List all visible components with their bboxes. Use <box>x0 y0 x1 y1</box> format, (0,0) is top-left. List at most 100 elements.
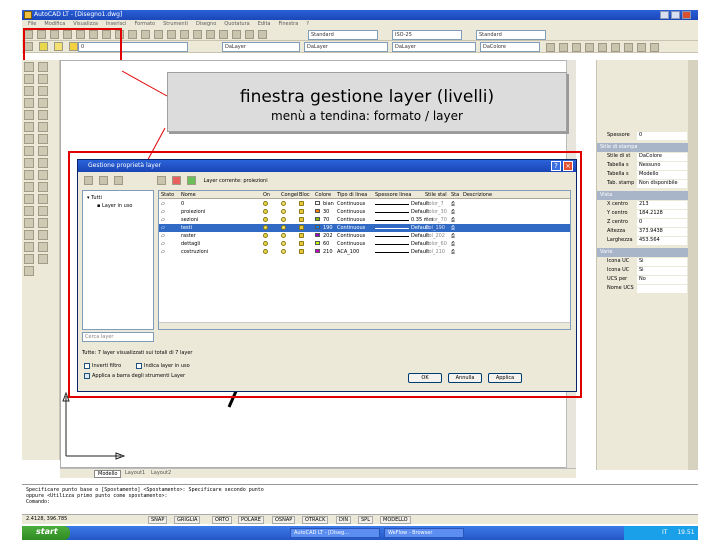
dialog-close-button[interactable]: × <box>563 161 573 171</box>
apply-button[interactable]: Applica <box>488 373 522 383</box>
start-button[interactable]: start <box>22 526 70 540</box>
task-autocad[interactable]: AutoCAD LT - [Diseg... <box>290 528 380 538</box>
layer-row[interactable]: ▱ dettagli 60 Continuous Default Color_60 ⎙ <box>159 240 570 248</box>
status-toggle-orto[interactable]: ORTO <box>212 516 233 524</box>
layer-row[interactable]: ▱ sezioni 70 Continuous 0.35 mm Color_70 ⎙ <box>159 216 570 224</box>
sun-icon[interactable] <box>281 201 286 206</box>
layer-linetype[interactable]: Continuous <box>337 241 365 247</box>
printer-icon[interactable]: ⎙ <box>451 209 455 215</box>
layer-linetype[interactable]: Continuous <box>337 217 365 223</box>
lock-icon[interactable] <box>299 217 304 222</box>
color-swatch[interactable] <box>315 209 320 213</box>
printer-icon[interactable]: ⎙ <box>451 217 455 223</box>
column-header[interactable]: Bloc <box>299 192 310 198</box>
lightbulb-icon[interactable] <box>263 241 268 246</box>
search-layer-input[interactable]: Cerca layer <box>82 332 154 342</box>
layer-row[interactable]: ▱ proiezioni 30 Continuous Default Color_30 ⎙ <box>159 208 570 216</box>
color-swatch[interactable] <box>315 249 320 253</box>
new-property-filter-icon[interactable] <box>84 176 93 185</box>
lock-icon[interactable] <box>299 209 304 214</box>
layer-row[interactable]: ▱ raster 202 Continuous Default Col_202 ⎙ <box>159 232 570 240</box>
lightbulb-icon[interactable] <box>263 233 268 238</box>
layer-linetype[interactable]: Continuous <box>337 201 365 207</box>
printer-icon[interactable]: ⎙ <box>451 233 455 239</box>
status-toggle-polare[interactable]: POLARE <box>238 516 264 524</box>
color-swatch[interactable] <box>315 233 320 237</box>
column-header[interactable]: Descrizione <box>463 192 492 198</box>
apply-toolbar-checkbox[interactable] <box>84 373 90 379</box>
command-line[interactable]: Specificare punto base o [Spostamento] <… <box>22 484 698 512</box>
cancel-button[interactable]: Annulla <box>448 373 482 383</box>
sun-icon[interactable] <box>281 249 286 254</box>
language-indicator[interactable]: IT <box>662 529 667 536</box>
color-swatch[interactable] <box>315 201 320 205</box>
lock-icon[interactable] <box>299 225 304 230</box>
new-group-filter-icon[interactable] <box>98 176 108 185</box>
layer-color[interactable]: 190 <box>323 225 333 231</box>
status-toggle-modello[interactable]: MODELLO <box>380 516 411 524</box>
column-header[interactable]: Stato <box>161 192 174 198</box>
layer-list-scrollbar[interactable] <box>159 322 570 329</box>
printer-icon[interactable]: ⎙ <box>451 201 455 207</box>
lightbulb-icon[interactable] <box>263 209 268 214</box>
layer-color[interactable]: 60 <box>323 241 329 247</box>
layer-color[interactable]: 210 <box>323 249 333 255</box>
column-header[interactable]: Spessore linea <box>375 192 411 198</box>
lock-icon[interactable] <box>299 241 304 246</box>
sun-icon[interactable] <box>281 225 286 230</box>
sun-icon[interactable] <box>281 217 286 222</box>
layer-color[interactable]: bian <box>323 201 334 207</box>
show-used-checkbox[interactable] <box>136 363 142 369</box>
lightbulb-icon[interactable] <box>263 249 268 254</box>
invert-filter-checkbox[interactable] <box>84 363 90 369</box>
layer-name: testi <box>181 225 192 231</box>
status-toggle-snap[interactable]: SNAP <box>148 516 168 524</box>
layer-color[interactable]: 30 <box>323 209 329 215</box>
column-header[interactable]: Congel <box>281 192 298 198</box>
color-swatch[interactable] <box>315 241 320 245</box>
color-swatch[interactable] <box>315 217 320 221</box>
delete-layer-icon[interactable] <box>171 176 181 185</box>
layer-row[interactable]: ▱ costruzioni 210 ACA_100 Default Col_210 ⎙ <box>159 248 570 256</box>
sun-icon[interactable] <box>281 209 286 214</box>
column-header[interactable]: Stile stal <box>425 192 447 198</box>
layer-row[interactable]: ▱ testi 190 Continuous Default Col_190 ⎙ <box>159 224 570 232</box>
layer-states-icon[interactable] <box>113 176 123 185</box>
layer-linetype[interactable]: Continuous <box>337 233 365 239</box>
lightbulb-icon[interactable] <box>263 225 268 230</box>
column-header[interactable]: On <box>263 192 270 198</box>
layer-linetype[interactable]: Continuous <box>337 209 365 215</box>
printer-icon[interactable]: ⎙ <box>451 225 455 231</box>
tree-item-all[interactable]: ▾ Tutti <box>87 195 102 201</box>
layer-color[interactable]: 70 <box>323 217 329 223</box>
layer-linetype[interactable]: ACA_100 <box>337 249 359 255</box>
status-toggle-din[interactable]: DIN <box>336 516 352 524</box>
printer-icon[interactable]: ⎙ <box>451 249 455 255</box>
tree-item-in-use[interactable]: ▪ Layer in uso <box>97 203 133 209</box>
color-swatch[interactable] <box>315 225 320 229</box>
column-header[interactable]: Colore <box>315 192 331 198</box>
column-header[interactable]: Sta <box>451 192 459 198</box>
set-current-icon[interactable] <box>186 176 196 185</box>
status-toggle-griglia[interactable]: GRIGLIA <box>174 516 201 524</box>
status-toggle-spl[interactable]: SPL <box>358 516 373 524</box>
lightbulb-icon[interactable] <box>263 217 268 222</box>
column-header[interactable]: Tipo di linea <box>337 192 367 198</box>
lock-icon[interactable] <box>299 201 304 206</box>
sun-icon[interactable] <box>281 241 286 246</box>
layer-row[interactable]: ▱ 0 bian Continuous Default Color_7 ⎙ <box>159 200 570 208</box>
new-layer-icon[interactable] <box>156 176 166 185</box>
ok-button[interactable]: OK <box>408 373 442 383</box>
column-header[interactable]: Nome <box>181 192 196 198</box>
layer-linetype[interactable]: Continuous <box>337 225 365 231</box>
sun-icon[interactable] <box>281 233 286 238</box>
lock-icon[interactable] <box>299 249 304 254</box>
task-browser[interactable]: WeFlow - Browser <box>384 528 464 538</box>
printer-icon[interactable]: ⎙ <box>451 241 455 247</box>
layer-color[interactable]: 202 <box>323 233 333 239</box>
status-toggle-otrack[interactable]: OTRACK <box>302 516 329 524</box>
lock-icon[interactable] <box>299 233 304 238</box>
lightbulb-icon[interactable] <box>263 201 268 206</box>
dialog-help-button[interactable]: ? <box>551 161 561 171</box>
status-toggle-osnap[interactable]: OSNAP <box>272 516 296 524</box>
